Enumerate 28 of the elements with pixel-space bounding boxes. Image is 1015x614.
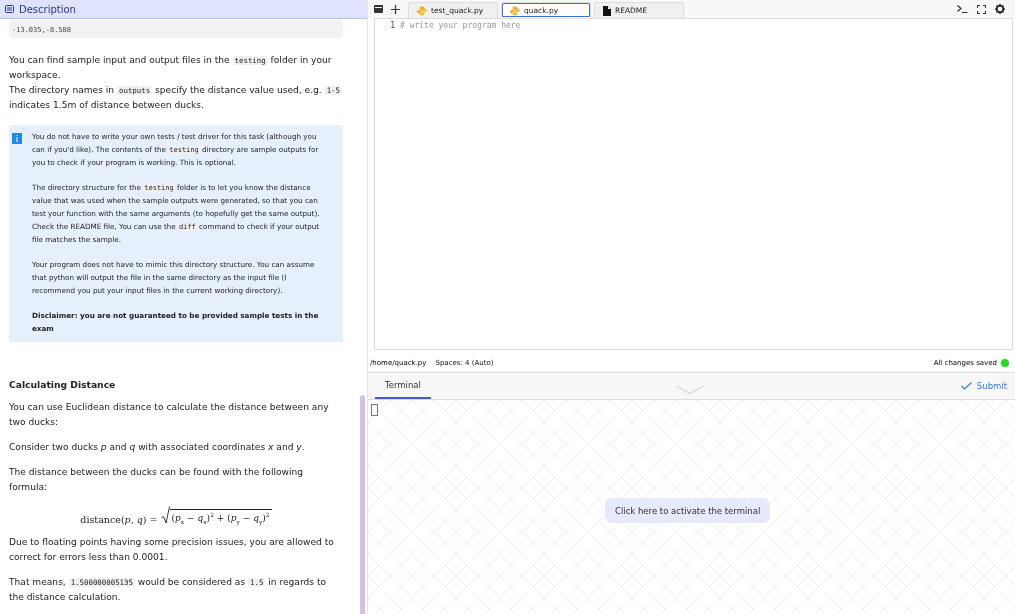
radical-sign-icon (160, 506, 170, 526)
info-icon: i (12, 133, 22, 144)
terminal-prompt-icon[interactable] (957, 5, 968, 13)
description-header[interactable]: Description (0, 0, 367, 19)
formula: distance(p, q) = (p$_{x}$ − q$_{x}$)$^{2}$ + (p$_{y}$ − q$_{y}$)$^{2}$ (9, 506, 343, 526)
code-comment: # write your program here (400, 21, 521, 30)
line-number: 1 (389, 21, 395, 30)
section-heading: Calculating Distance (9, 379, 117, 391)
paragraph: Consider two ducks p and q with associated coordinates x and y. (9, 441, 306, 455)
terminal-area[interactable]: Click here to activate the terminal (368, 400, 1015, 614)
check-icon (960, 382, 972, 390)
paragraph: You can use Euclidean distance to calculate the distance between any two ducks: (9, 401, 330, 430)
paragraph: Due to floating points having some precision issues, you are allowed to correct for errors less than 0.0001. (9, 536, 335, 565)
description-title: Description (19, 3, 76, 15)
python-file-icon (510, 5, 520, 16)
python-file-icon (417, 5, 427, 16)
terminal-cursor (371, 404, 378, 416)
description-icon (5, 5, 14, 13)
terminal-window-icon[interactable] (374, 5, 383, 13)
fullscreen-icon[interactable] (977, 4, 986, 14)
code-editor[interactable]: 1 # write your program here (374, 18, 1013, 350)
submit-button[interactable]: Submit (956, 373, 1011, 399)
paragraph: The distance between the ducks can be found with the following formula: (9, 466, 304, 495)
file-icon (603, 5, 611, 16)
scrollbar-thumb[interactable] (360, 395, 365, 614)
activate-terminal-button[interactable]: Click here to activate the terminal (605, 498, 771, 523)
settings-icon[interactable] (995, 4, 1005, 14)
add-icon[interactable] (391, 4, 400, 14)
